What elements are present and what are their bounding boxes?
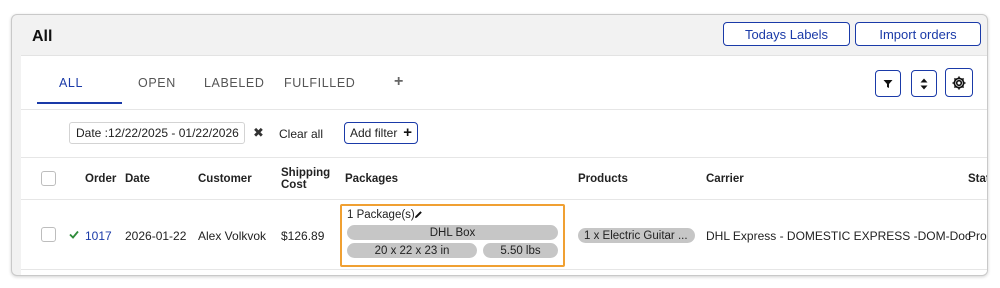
package-count: 1 Package(s) [347,209,415,221]
package-weight-pill[interactable]: 5.50 lbs [483,243,558,258]
sort-button[interactable] [911,70,937,97]
pencil-icon[interactable] [414,210,423,219]
tab-all[interactable]: ALL [59,76,83,90]
packages-cell[interactable]: 1 Package(s) DHL Box 20 x 22 x 23 in 5.5… [340,204,565,267]
import-orders-button[interactable]: Import orders [855,22,981,46]
table-row[interactable]: 1017 2026-01-22 Alex Volkvok $126.89 1 P… [21,200,987,270]
date-range-chip[interactable]: Date :12/22/2025 - 01/22/2026 [69,122,245,144]
customer-name: Alex Volkvok [198,229,267,243]
close-icon[interactable]: ✖ [253,125,264,141]
product-pill[interactable]: 1 x Electric Guitar ... [578,228,695,243]
tab-fulfilled[interactable]: FULFILLED [284,76,355,90]
package-dimensions-pill[interactable]: 20 x 22 x 23 in [347,243,477,258]
check-icon [69,230,79,239]
column-header-customer[interactable]: Customer [198,173,252,185]
table-header: Order Date Customer Shipping Cost Packag… [21,158,987,200]
active-tab-indicator [37,102,122,104]
todays-labels-button[interactable]: Todays Labels [723,22,850,46]
select-all-checkbox[interactable] [41,171,56,186]
page-title: All [32,28,53,45]
column-header-products[interactable]: Products [578,173,628,185]
clear-all-link[interactable]: Clear all [279,127,323,141]
package-box-pill[interactable]: DHL Box [347,225,558,240]
row-checkbox[interactable] [41,227,56,242]
gear-icon [952,76,966,89]
orders-window: All Todays Labels Import orders ALL OPEN… [11,14,988,276]
order-number-link[interactable]: 1017 [85,229,112,243]
column-header-packages[interactable]: Packages [345,173,398,185]
plus-icon: + [403,124,412,141]
add-tab-button[interactable]: + [394,73,404,91]
filter-bar: Date :12/22/2025 - 01/22/2026 ✖ Clear al… [21,110,987,158]
orders-card: ALL OPEN LABELED FULFILLED + Date:12/22… [21,55,987,275]
settings-button[interactable] [945,68,973,97]
column-header-carrier[interactable]: Carrier [706,173,744,185]
column-header-date[interactable]: Date [125,173,150,185]
carrier-service: DHL Express - DOMESTIC EXPRESS -DOM-Doc [706,229,971,243]
filter-icon [883,79,893,88]
tab-labeled[interactable]: LABELED [204,76,264,90]
filter-button[interactable] [875,70,901,97]
add-filter-label: Add filter [350,126,398,140]
column-header-status[interactable]: Stat [968,173,987,185]
column-header-order[interactable]: Order [85,173,116,185]
column-header-shipping-cost[interactable]: Shipping Cost [281,167,336,191]
shipping-cost: $126.89 [281,229,325,243]
tab-open[interactable]: OPEN [138,76,176,90]
order-date: 2026-01-22 [125,229,187,243]
add-filter-button[interactable]: Add filter + [344,122,418,144]
order-status: Proc [968,229,987,243]
tab-bar: ALL OPEN LABELED FULFILLED + [21,56,987,110]
sort-icon [920,78,928,89]
